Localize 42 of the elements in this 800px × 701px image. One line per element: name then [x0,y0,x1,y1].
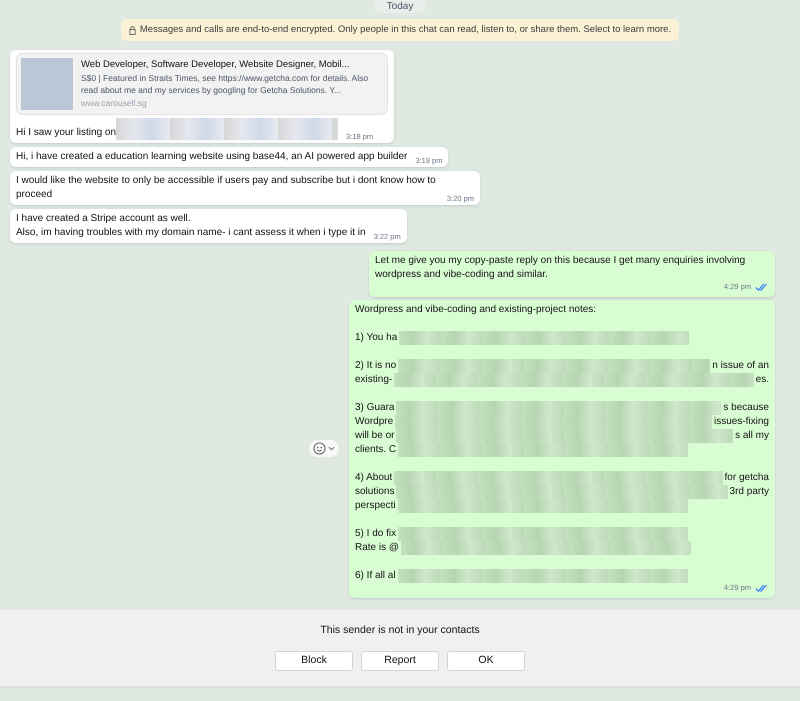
thumbnail-placeholder [21,58,73,110]
message-text: 4) About [355,471,392,486]
message-text: I have created a Stripe account as well. Also, im having troubles with my domain name- i cant assess it when i type it in [16,212,366,240]
message-text: perspecti [355,499,396,514]
lock-icon [128,26,136,35]
message-text: solutions [355,485,394,500]
preview-domain: www.carousell.sg [81,97,148,110]
reaction-button[interactable] [309,440,339,457]
chevron-down-icon [328,446,335,451]
message-text: 1) You ha [355,331,398,346]
encryption-notice[interactable]: Messages and calls are end-to-end encrypted. Only people in this chat can read, listen to, or share them. Select to learn more. [120,19,680,42]
message-text: 3) Guara [355,401,394,416]
message-text: existing- [355,373,392,388]
message-text: clients. C [355,443,396,458]
message-text: will be or [355,429,394,444]
sender-notice: This sender is not in your contacts [320,623,480,638]
message-text: Hi, i have created a education learning website using base44, an AI powered app builder [16,150,408,164]
link-preview[interactable] [16,53,388,116]
message-text: Wordpre [355,415,394,430]
message-text: s because [723,401,769,416]
footer-button[interactable]: OK [447,650,525,671]
message-text: es. [756,373,769,388]
message-text: n issue of an [712,359,769,374]
preview-title: Web Developer, Software Developer, Website Designer, Mobil... [81,58,350,72]
message-text: Rate is @ [355,541,400,556]
smiley-icon [313,442,326,455]
message-text: 3rd party [730,485,769,500]
message-text: issues-fixing [714,415,769,430]
notice-text: Messages and calls are end-to-end encrypted. Only people in this chat can read, listen to, or share them. Select to learn more. [140,23,672,37]
message-text: for getcha [724,471,769,486]
message-text: 6) If all al [355,569,396,584]
footer-button[interactable]: Block [275,650,353,671]
message-text: I would like the website to only be accessible if users pay and subscribe but i dont know how to proceed [16,174,437,202]
message-text: 5) I do fix [355,527,396,542]
message-text: s all my [735,429,769,444]
message-text: Hi I saw your listing on [16,126,116,140]
message-text: Let me give you my copy-paste reply on this because I get many enquiries involving wordpress and vibe-coding and similar. [375,254,746,282]
footer-button[interactable]: Report [361,650,439,671]
date-chip: Today [374,0,426,13]
message-text: Wordpress and vibe-coding and existing-project notes: [355,303,598,318]
preview-description: S$0 | Featured in Straits Times, see https://www.getcha.com for details. Also read about me and my services by googling for Getcha Solutions. Y... [81,72,370,96]
message-text: 2) It is no [355,359,396,374]
